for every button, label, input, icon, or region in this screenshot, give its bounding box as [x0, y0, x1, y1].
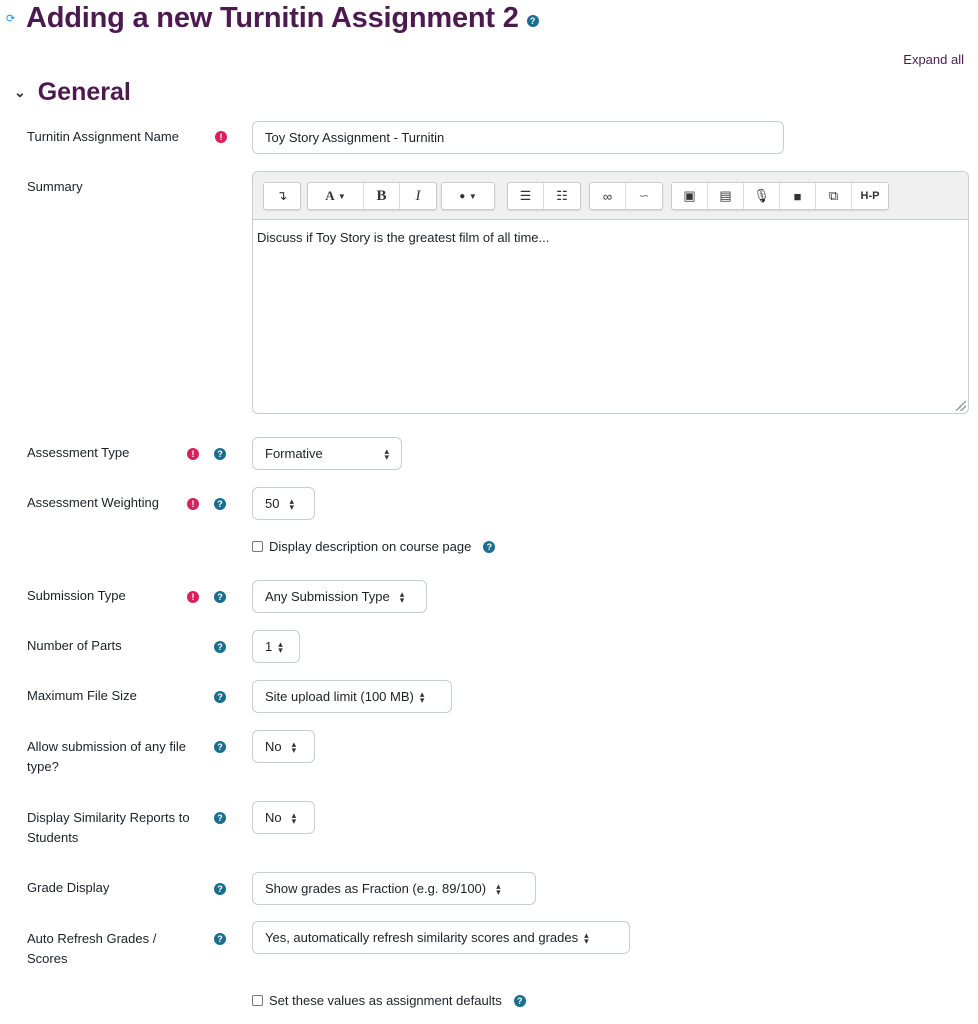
auto-refresh-select[interactable]: Yes, automatically refresh similarity sc… — [252, 921, 630, 954]
select-arrows-icon: ▴ ▾ — [399, 588, 405, 605]
help-icon[interactable]: ? — [526, 15, 539, 27]
submission-type-label: Submission Type — [27, 588, 126, 603]
help-icon[interactable]: ? — [214, 448, 226, 460]
assessment-weighting-label: Assessment Weighting — [27, 495, 159, 510]
chevron-down-icon: ⌄ — [14, 84, 26, 100]
page-title: Adding a new Turnitin Assignment 2 ? — [26, 0, 539, 36]
help-icon[interactable]: ? — [513, 994, 526, 1007]
summary-editor[interactable]: ↴ A ▼ B I ● ▼ ☰ ☷ ∞ ∽ ▣ ▤ 🎙 ■ ⧉ H-P Disc… — [252, 171, 969, 414]
help-icon[interactable]: ? — [214, 498, 226, 510]
section-general[interactable]: ⌄ General — [14, 78, 131, 107]
help-icon[interactable]: ? — [214, 741, 226, 753]
allow-any-file-label: Allow submission of any file type? — [27, 739, 186, 774]
media-button[interactable]: ▤ — [708, 183, 744, 209]
assessment-weighting-select[interactable]: 50 ▴ ▾ — [252, 487, 315, 520]
grade-display-select[interactable]: Show grades as Fraction (e.g. 89/100) ▴ ▾ — [252, 872, 536, 905]
unordered-list-button[interactable]: ☰ — [508, 183, 544, 209]
help-icon[interactable]: ? — [214, 812, 226, 824]
help-icon[interactable]: ? — [214, 691, 226, 703]
select-arrows-icon: ▴ ▾ — [584, 929, 589, 946]
ordered-list-button[interactable]: ☷ — [544, 183, 580, 209]
microphone-icon: 🎙 — [753, 188, 770, 203]
display-description-checkbox[interactable] — [252, 541, 263, 552]
unlink-icon: ∽ — [638, 188, 650, 203]
grade-display-label: Grade Display — [27, 880, 110, 895]
italic-button[interactable]: I — [400, 183, 436, 209]
required-icon: ! — [187, 498, 199, 510]
select-arrows-icon: ▴ ▾ — [289, 495, 294, 512]
select-arrows-icon: ▴ ▾ — [384, 445, 389, 462]
number-of-parts-label: Number of Parts — [27, 638, 122, 653]
help-icon[interactable]: ? — [483, 540, 496, 553]
number-of-parts-select[interactable]: 1 ▴ ▾ — [252, 630, 300, 663]
submission-type-select[interactable]: Any Submission Type ▴ ▾ — [252, 580, 427, 613]
expand-all-link[interactable]: Expand all — [903, 52, 964, 67]
assignment-name-input[interactable]: Toy Story Assignment - Turnitin — [252, 121, 784, 154]
edit-icon[interactable]: ⟳ — [6, 12, 15, 25]
toolbar-toggle-button[interactable]: ↴ — [264, 183, 300, 209]
required-icon: ! — [187, 591, 199, 603]
help-icon[interactable]: ? — [214, 591, 226, 603]
h5p-button[interactable]: H-P — [852, 183, 888, 209]
assessment-type-select[interactable]: Formative ▴ ▾ — [252, 437, 402, 470]
link-button[interactable]: ∞ — [590, 183, 626, 209]
summary-content[interactable]: Discuss if Toy Story is the greatest fil… — [253, 220, 968, 255]
select-arrows-icon: ▴ ▾ — [291, 738, 297, 755]
help-icon[interactable]: ? — [214, 883, 226, 895]
set-defaults-row: Set these values as assignment defaults … — [252, 993, 526, 1008]
select-arrows-icon: ▴ ▾ — [291, 809, 297, 826]
select-arrows-icon: ▴ ▾ — [496, 880, 501, 897]
link-icon: ∞ — [602, 188, 613, 204]
record-audio-button[interactable]: 🎙 — [744, 183, 780, 209]
max-file-size-select[interactable]: Site upload limit (100 MB) ▴ ▾ — [252, 680, 452, 713]
select-arrows-icon: ▴ ▾ — [419, 688, 425, 705]
assignment-name-label: Turnitin Assignment Name — [27, 129, 179, 144]
select-arrows-icon: ▴ ▾ — [278, 638, 283, 655]
summary-label: Summary — [27, 179, 83, 194]
set-defaults-checkbox[interactable] — [252, 995, 263, 1006]
unlink-button[interactable]: ∽ — [626, 183, 662, 209]
font-style-button[interactable]: A ▼ — [308, 183, 364, 209]
display-description-row: Display description on course page ? — [252, 539, 496, 554]
help-icon[interactable]: ? — [214, 641, 226, 653]
assessment-type-label: Assessment Type — [27, 445, 130, 460]
required-icon: ! — [215, 131, 227, 143]
help-icon[interactable]: ? — [214, 933, 226, 945]
auto-refresh-label: Auto Refresh Grades / Scores — [27, 931, 157, 966]
font-color-button[interactable]: ● ▼ — [442, 183, 494, 209]
image-button[interactable]: ▣ — [672, 183, 708, 209]
bold-button[interactable]: B — [364, 183, 400, 209]
resize-handle[interactable] — [956, 401, 966, 411]
manage-files-button[interactable]: ⧉ — [816, 183, 852, 209]
display-similarity-label: Display Similarity Reports to Students — [27, 810, 190, 845]
max-file-size-label: Maximum File Size — [27, 688, 137, 703]
record-video-button[interactable]: ■ — [780, 183, 816, 209]
editor-toolbar: ↴ A ▼ B I ● ▼ ☰ ☷ ∞ ∽ ▣ ▤ 🎙 ■ ⧉ H-P — [253, 172, 968, 220]
required-icon: ! — [187, 448, 199, 460]
display-similarity-select[interactable]: No ▴ ▾ — [252, 801, 315, 834]
allow-any-file-select[interactable]: No ▴ ▾ — [252, 730, 315, 763]
